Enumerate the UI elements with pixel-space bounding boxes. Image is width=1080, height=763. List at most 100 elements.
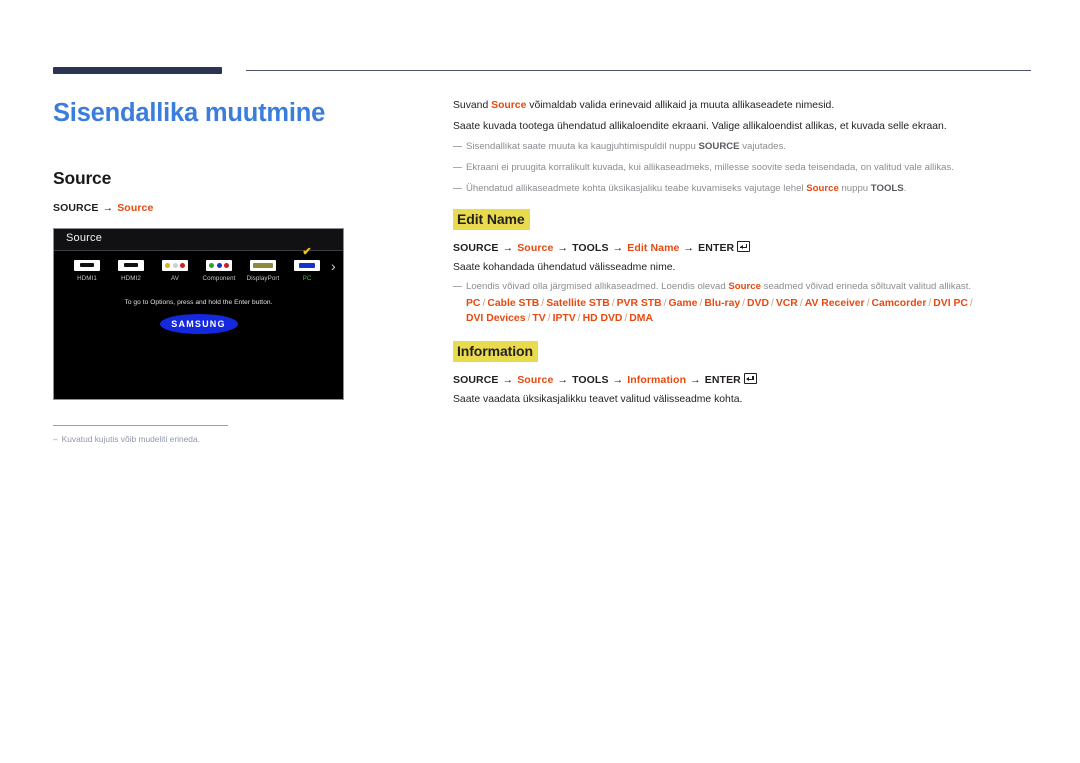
device-separator: / [969,298,973,309]
intro-p2-text: Saate kuvada tootega ühendatud allikaloe… [453,121,947,132]
arrow-right-icon: → [683,242,695,254]
source-item-hdmi1[interactable]: HDMI1 [65,258,109,282]
rca-component-icon [197,258,241,273]
subsection-edit-name: Edit Name [453,209,530,230]
arrow-right-icon: → [502,374,514,386]
device-list-line-1: PC / Cable STB / Satellite STB / PVR STB / Game /… [466,296,975,311]
device-name: Camcorder [871,298,927,309]
edit-note-highlight: Source [728,281,761,292]
edit-path-3: TOOLS [572,242,609,254]
breadcrumb-root: SOURCE [53,202,99,214]
device-name: Cable STB [487,298,540,309]
note2-text: Ekraani ei pruugita korralikult kuvada, … [466,162,954,173]
hdmi-port-icon [109,258,153,273]
footnote: – Kuvatud kujutis võib mudeliti erineda. [53,434,200,444]
device-name: Blu-ray [704,298,741,309]
edit-path-5: ENTER [698,242,735,254]
note1-post: vajutades. [739,141,786,152]
intro-p1-post: võimaldab valida erinevaid allikaid ja m… [526,100,835,111]
edit-path-4: Edit Name [627,242,680,254]
source-label: Component [202,275,236,282]
hdmi-port-icon [65,258,109,273]
section-title-source: Source [53,168,112,188]
arrow-right-icon: → [557,374,569,386]
intro-p1-highlight: Source [491,100,527,111]
edit-note-post: seadmed võivad erineda sõltuvalt valitud… [760,281,972,292]
device-name: IPTV [552,313,576,324]
arrow-right-icon: → [102,202,114,214]
source-item-displayport[interactable]: DisplayPort [241,258,285,282]
device-separator: / [611,298,615,309]
tv-screen-title: Source [66,232,103,244]
device-list-line-2: DVI Devices / TV / IPTV / HD DVD / DMA [466,311,975,326]
source-item-hdmi2[interactable]: HDMI2 [109,258,153,282]
info-path-3: TOOLS [572,374,609,386]
info-path-4: Information [627,374,687,386]
edit-name-desc-text: Saate kohandada ühendatud välisseadme ni… [453,262,676,273]
information-desc-text: Saate vaadata üksikasjalikku teavet vali… [453,394,743,405]
info-path-1: SOURCE [453,374,499,386]
rca-composite-icon [153,258,197,273]
device-separator: / [663,298,667,309]
source-label: HDMI2 [121,275,141,282]
enter-key-icon [737,241,751,252]
source-item-av[interactable]: AV [153,258,197,282]
breadcrumb-edit-name: SOURCE → Source → TOOLS → Edit Name → EN… [453,241,751,254]
device-separator: / [799,298,803,309]
info-path-2: Source [517,374,554,386]
edit-path-1: SOURCE [453,242,499,254]
footnote-dash: – [53,434,58,444]
note3-mid: nuppu [838,183,871,194]
arrow-right-icon: → [557,242,569,254]
device-name: TV [532,313,546,324]
edit-name-description: Saate kohandada ühendatud välisseadme ni… [453,261,675,275]
note3-highlight: Source [806,183,839,194]
device-name: DMA [629,313,653,324]
tv-titlebar: Source [54,229,343,251]
device-type-list: PC / Cable STB / Satellite STB / PVR STB / Game /… [453,296,975,326]
arrow-right-icon: → [612,242,624,254]
device-name: HD DVD [582,313,623,324]
note3-pre: Ühendatud allikaseadmete kohta üksikasja… [466,183,807,194]
intro-p1-pre: Suvand [453,100,492,111]
header-rule-line [246,70,1031,72]
subsection-information: Information [453,341,538,362]
device-separator: / [577,313,581,324]
arrow-right-icon: → [612,374,624,386]
note3-post: . [903,183,907,194]
source-item-component[interactable]: Component [197,258,241,282]
samsung-logo-text: SAMSUNG [171,319,226,329]
device-separator: / [866,298,870,309]
tv-hint-text: To go to Options, press and hold the Ent… [124,299,273,306]
breadcrumb-information: SOURCE → Source → TOOLS → Information → … [453,373,757,386]
breadcrumb-source-path: SOURCE → Source [53,202,153,214]
subsection-heading-edit-name: Edit Name [453,209,530,230]
subsection-heading-information: Information [453,341,538,362]
device-separator: / [547,313,551,324]
intro-paragraph-2: Saate kuvada tootega ühendatud allikaloe… [453,120,947,134]
device-name: DVD [747,298,769,309]
source-label: HDMI1 [77,275,97,282]
source-label: AV [171,275,179,282]
header-accent-bar [53,67,222,74]
edit-path-2: Source [517,242,554,254]
device-name: DVI PC [933,298,968,309]
arrow-right-icon: → [690,374,701,386]
tv-source-list: HDMI1 HDMI2 AV Component DisplayPort ✔ P… [65,247,337,282]
intro-paragraph-1: Suvand Source võimaldab valida erinevaid… [453,99,834,113]
device-name: Game [668,298,698,309]
device-name: DVI Devices [466,313,526,324]
device-name: VCR [775,298,798,309]
intro-note-1: Sisendallikat saate muuta ka kaugjuhtimi… [453,140,786,154]
intro-note-3: Ühendatud allikaseadmete kohta üksikasja… [453,182,906,196]
source-item-pc[interactable]: ✔ PC [285,247,329,282]
footnote-text: Kuvatud kujutis võib mudeliti erineda. [61,434,200,444]
selected-check-icon: ✔ [302,246,312,258]
arrow-right-icon: → [502,242,514,254]
tv-source-screenshot: Source HDMI1 HDMI2 AV Component DisplayP… [53,228,344,400]
chevron-right-icon[interactable]: › [331,259,336,273]
displayport-icon [241,258,285,273]
device-separator: / [770,298,774,309]
source-label: DisplayPort [246,275,280,282]
device-name: PC [466,298,481,309]
